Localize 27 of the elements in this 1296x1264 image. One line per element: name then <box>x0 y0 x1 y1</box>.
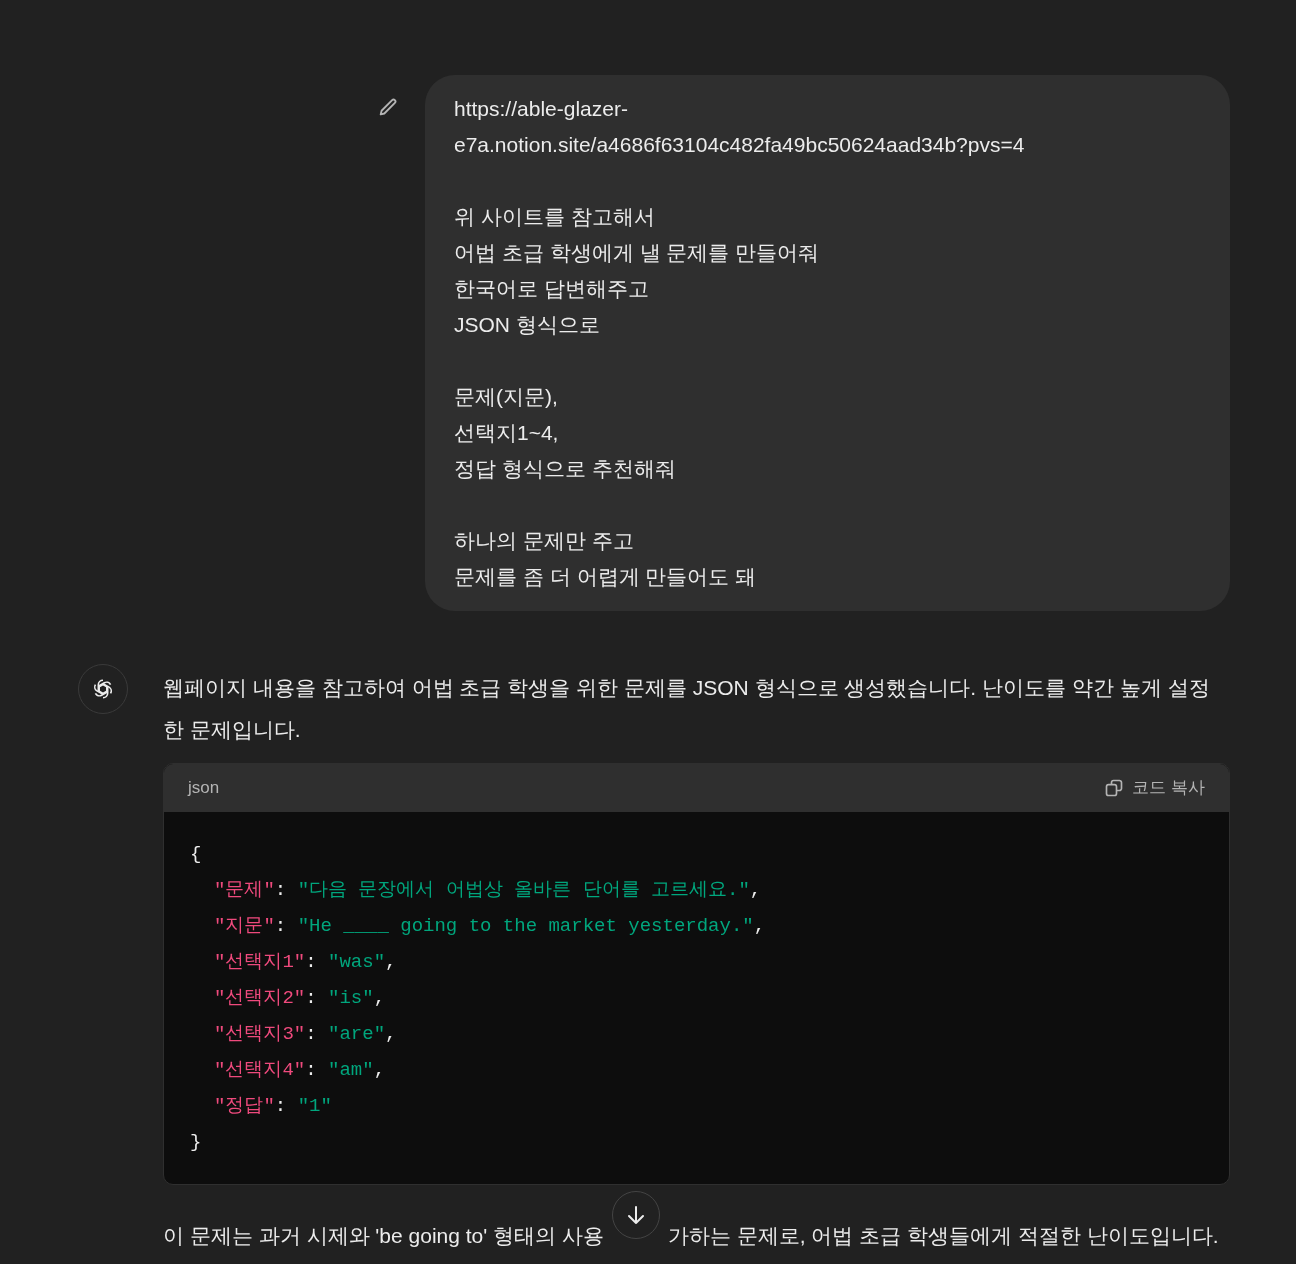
code-language: json <box>188 777 220 800</box>
code-line: "문제": "다음 문장에서 어법상 올바른 단어를 고르세요.", <box>213 878 763 903</box>
code-line: "선택지4": "am", <box>213 1058 387 1083</box>
copy-icon <box>1104 778 1125 798</box>
code-line: "정답": "1" <box>213 1094 333 1119</box>
message-line: 정답 형식으로 추천해줘 <box>454 456 677 482</box>
code-line: "선택지1": "was", <box>213 950 398 975</box>
code-line: { <box>190 842 203 867</box>
message-line: https://able-glazer- <box>454 96 629 122</box>
response-paragraph: 가하는 문제로, 어법 초급 학생들에게 적절한 난이도입니다. <box>667 1223 1219 1249</box>
message-line: 문제(지문), <box>454 384 559 410</box>
message-line: 한국어로 답변해주고 <box>454 276 650 302</box>
code-line: "지문": "He ____ going to the market yesterday.", <box>213 914 767 939</box>
response-paragraph: 이 문제는 과거 시제와 'be going to' 형태의 사용 <box>163 1223 604 1249</box>
message-line: 어법 초급 학생에게 낼 문제를 만들어줘 <box>454 240 821 266</box>
message-line: 선택지1~4, <box>454 420 560 446</box>
message-line: 문제를 좀 더 어렵게 만들어도 돼 <box>454 564 758 590</box>
code-line: "선택지2": "is", <box>213 986 387 1011</box>
message-line: 하나의 문제만 주고 <box>454 528 635 554</box>
message-line: 위 사이트를 참고해서 <box>454 204 656 230</box>
message-line: e7a.notion.site/a4686f63104c482fa49bc50624aad34b?pvs=4 <box>454 132 1026 158</box>
copy-code-button[interactable]: 코드 복사 <box>1104 775 1205 801</box>
scroll-down-button[interactable] <box>611 1191 660 1239</box>
code-line: } <box>190 1130 203 1155</box>
message-line: JSON 형식으로 <box>454 312 601 338</box>
code-line: "선택지3": "are", <box>213 1022 398 1047</box>
response-paragraph: 웹페이지 내용을 참고하여 어법 초급 학생을 위한 문제를 JSON 형식으로 생성했습니다. 난이도를 약간 높게 설정한 문제입니다. <box>163 675 1211 743</box>
